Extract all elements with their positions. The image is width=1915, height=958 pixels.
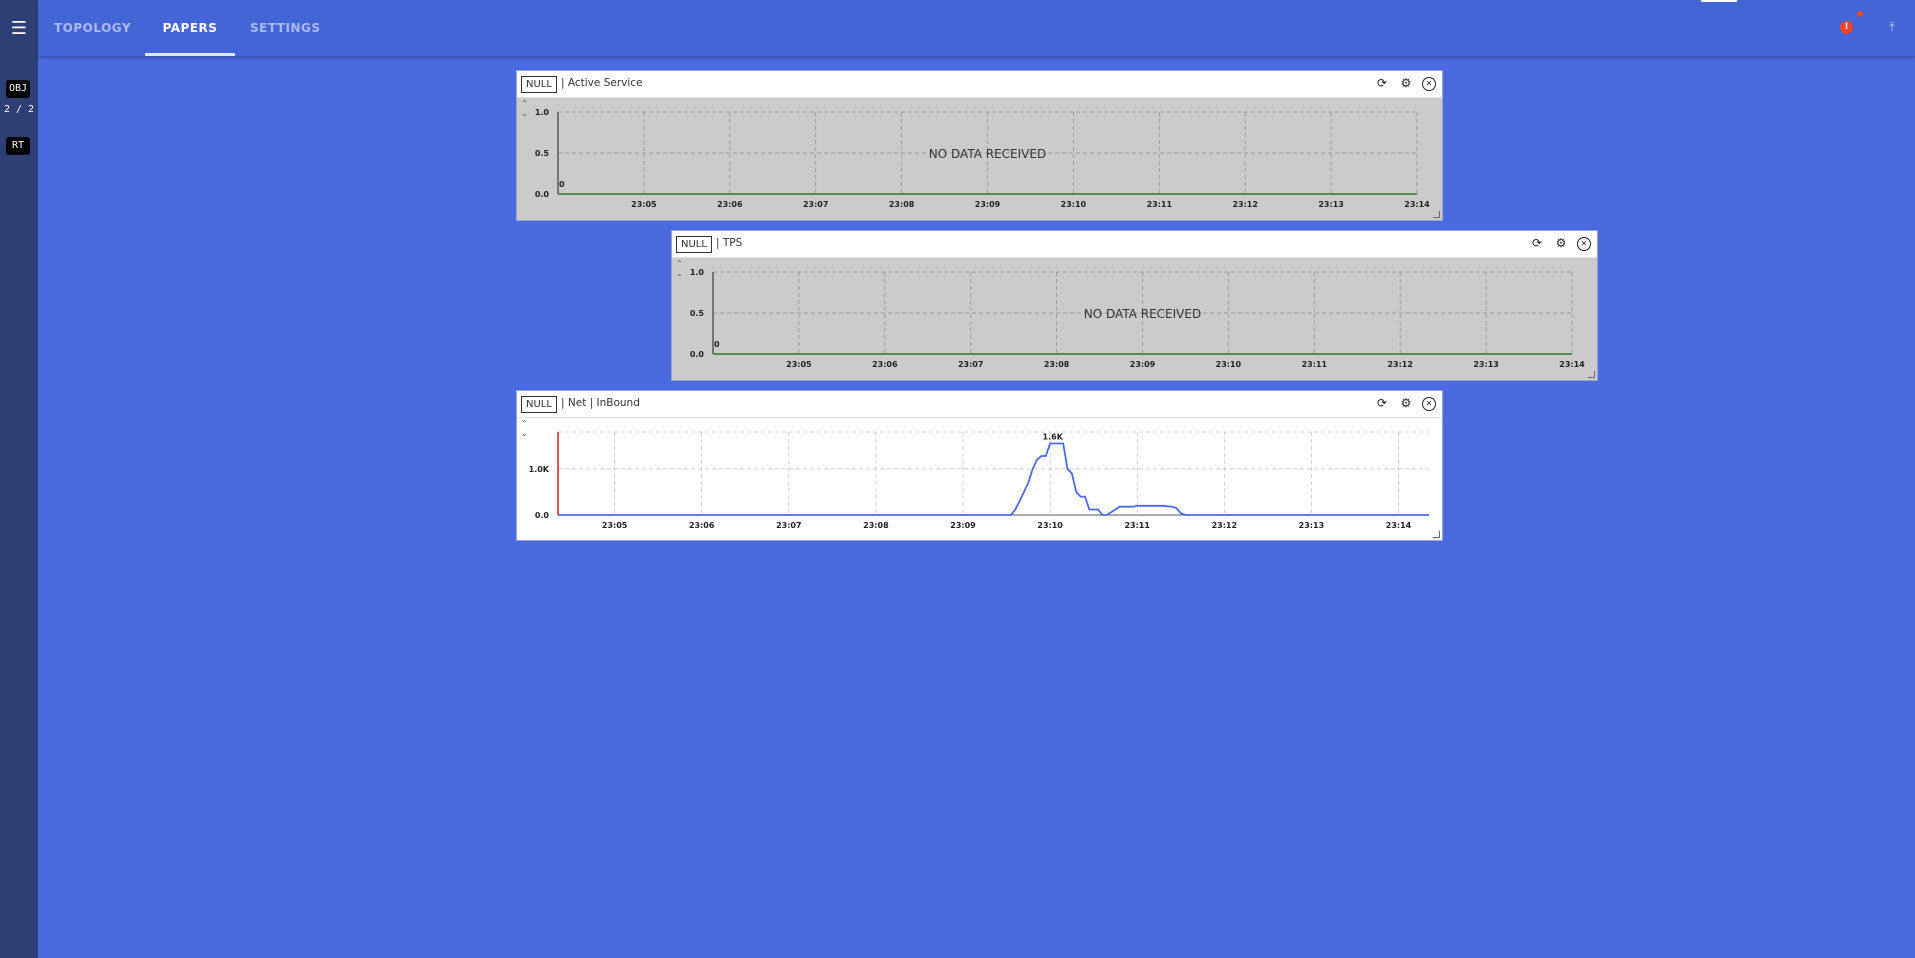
gear-icon[interactable]: ⚙ [1553,235,1569,251]
x-tick-label: 23:05 [786,360,812,369]
chart-panel-net-inbound: NULL | Net | InBound ⟳ ⚙ ✕ ⌃ ⌄ 1.0K 0.0 23… [516,390,1443,541]
tab-topology[interactable]: TOPOLOGY [54,0,131,56]
y-tick-label: 0.0 [535,511,550,520]
panel-title: | TPS [716,237,743,249]
chevron-down-icon[interactable]: ⌄ [521,110,528,118]
x-tick-label: 23:12 [1232,200,1257,209]
tab-papers[interactable]: PAPERS [145,0,235,56]
pin-icon[interactable]: ⤒ [1886,19,1898,35]
y-tick-label: 1.0 [690,268,705,277]
y-tick-label: 1.0K [529,465,550,474]
x-tick-label: 23:06 [717,200,743,209]
x-tick-label: 23:12 [1387,360,1412,369]
x-tick-label: 23:09 [975,200,1001,209]
x-tick-label: 23:13 [1318,200,1343,209]
panel-title: | Active Service [561,77,643,89]
resize-handle[interactable] [1588,371,1595,378]
x-tick-label: 23:11 [1147,200,1173,209]
null-button[interactable]: NULL [521,396,557,413]
x-tick-label: 23:13 [1299,521,1324,530]
sidebar: ☰ OBJ 2 / 2 RT [0,0,38,958]
x-tick-label: 23:06 [689,521,715,530]
x-tick-label: 23:08 [863,521,889,530]
x-tick-label: 23:08 [1044,360,1070,369]
null-button[interactable]: NULL [521,76,557,93]
hamburger-icon[interactable]: ☰ [7,18,31,40]
x-tick-label: 23:06 [872,360,898,369]
chart-panel-active-service: NULL | Active Service ⟳ ⚙ ✕ ⌃ ⌄ 1.0 0.5 0.… [516,70,1443,221]
chevron-up-icon[interactable]: ⌃ [521,420,528,428]
series-line [558,442,1429,516]
tab-settings[interactable]: SETTINGS [250,0,320,56]
gear-icon[interactable]: ⚙ [1398,395,1414,411]
refresh-icon[interactable]: ⟳ [1374,395,1390,411]
y-tick-label: 0.5 [690,309,705,318]
x-tick-label: 23:10 [1037,521,1063,530]
obj-button[interactable]: OBJ [6,80,30,98]
x-tick-label: 23:11 [1124,521,1150,530]
y-tick-label: 0.0 [535,190,550,199]
x-tick-label: 23:09 [1130,360,1156,369]
panel-title: | Net | InBound [561,397,640,409]
top-indicator [1701,0,1737,2]
chevron-up-icon[interactable]: ⌃ [676,260,683,268]
zero-marker-label: 0 [714,340,720,349]
panel-header: NULL | Active Service ⟳ ⚙ ✕ [517,71,1442,98]
refresh-icon[interactable]: ⟳ [1374,75,1390,91]
null-button[interactable]: NULL [676,236,712,253]
x-tick-label: 23:07 [803,200,828,209]
chart-svg: 1.0 0.5 0.0 23:05 23:06 23:07 23:08 23:09 23:10 2… [535,108,1430,209]
notification-dot [1857,11,1863,17]
x-tick-label: 23:14 [1559,360,1585,369]
x-tick-label: 23:11 [1302,360,1328,369]
x-tick-label: 23:12 [1212,521,1237,530]
top-navbar: TOPOLOGY PAPERS SETTINGS [38,0,1915,56]
x-tick-label: 23:13 [1473,360,1498,369]
chevron-up-icon[interactable]: ⌃ [521,100,528,108]
x-tick-label: 23:10 [1061,200,1087,209]
chart-area: ⌃ ⌄ 1.0 0.5 0.0 23:05 23:06 23:07 23:08 23:09 23… [672,258,1597,380]
chevron-down-icon[interactable]: ⌄ [521,430,528,438]
y-tick-label: 0.5 [535,149,550,158]
chart-svg: 1.0K 0.0 23:05 23:06 23:07 23:08 23:09 23:10 23:… [529,431,1429,530]
panel-header: NULL | TPS ⟳ ⚙ ✕ [672,231,1597,258]
rt-button[interactable]: RT [6,137,30,155]
no-data-message: NO DATA RECEIVED [929,147,1046,161]
x-tick-label: 23:08 [889,200,915,209]
x-tick-label: 23:05 [602,521,628,530]
y-tick-label: 1.0 [535,108,550,117]
gear-icon[interactable]: ⚙ [1398,75,1414,91]
zero-marker-label: 0 [559,180,565,189]
alert-icon[interactable]: ! [1840,21,1853,34]
x-tick-label: 23:05 [631,200,657,209]
chart-svg: 1.0 0.5 0.0 23:05 23:06 23:07 23:08 23:09 23:10 2… [690,268,1585,369]
x-tick-label: 23:07 [776,521,801,530]
x-tick-label: 23:14 [1404,200,1430,209]
chart-panel-tps: NULL | TPS ⟳ ⚙ ✕ ⌃ ⌄ 1.0 0.5 0.0 23:05 23:06… [671,230,1598,381]
refresh-icon[interactable]: ⟳ [1529,235,1545,251]
object-count: 2 / 2 [3,104,35,115]
close-icon[interactable]: ✕ [1422,397,1436,411]
panel-header: NULL | Net | InBound ⟳ ⚙ ✕ [517,391,1442,418]
chevron-down-icon[interactable]: ⌄ [676,270,683,278]
x-tick-label: 23:09 [950,521,976,530]
close-icon[interactable]: ✕ [1422,77,1436,91]
chart-area: ⌃ ⌄ 1.0 0.5 0.0 23:05 23:06 23:07 23:08 23:09 23… [517,98,1442,220]
x-tick-label: 23:07 [958,360,983,369]
x-tick-label: 23:10 [1216,360,1242,369]
no-data-message: NO DATA RECEIVED [1084,307,1201,321]
chart-area: ⌃ ⌄ 1.0K 0.0 23:05 23:06 23:07 23:08 23:09 23:1… [517,418,1442,540]
peak-label: 1.6K [1043,433,1064,442]
resize-handle[interactable] [1433,531,1440,538]
resize-handle[interactable] [1433,211,1440,218]
y-tick-label: 0.0 [690,350,705,359]
x-tick-label: 23:14 [1386,521,1412,530]
close-icon[interactable]: ✕ [1577,237,1591,251]
